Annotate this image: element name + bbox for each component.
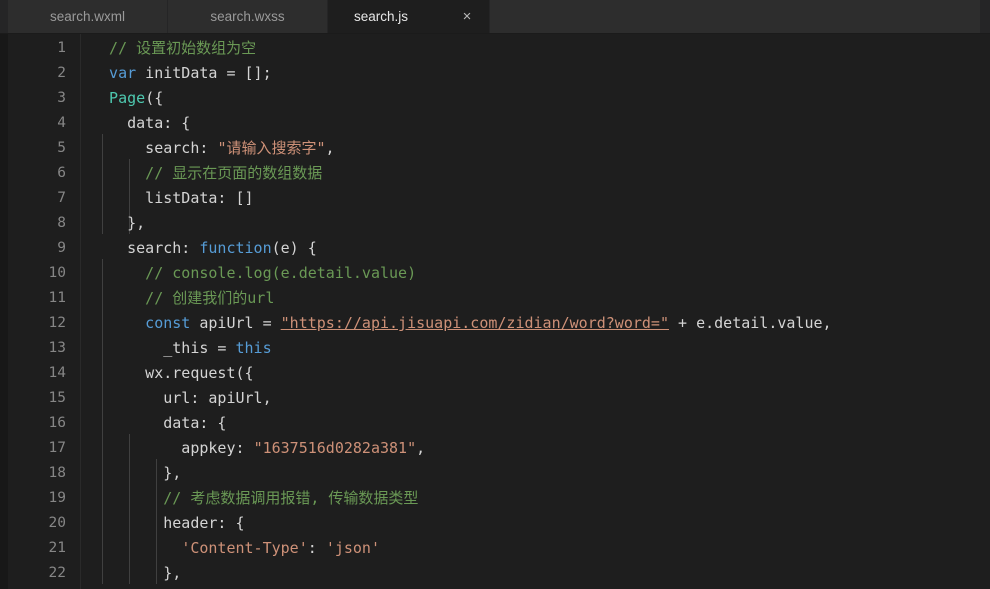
tab-label: search.wxml (49, 9, 125, 24)
line-number: 13 (48, 340, 66, 356)
code-token: // 创建我们的url (91, 289, 275, 307)
code-line[interactable]: data: { (81, 411, 990, 436)
code-token: // console.log(e.detail.value) (91, 264, 417, 282)
code-token: ({ (145, 89, 164, 107)
code-line[interactable]: search: function(e) { (81, 236, 990, 261)
tab-search-wxml[interactable]: search.wxml (8, 0, 168, 33)
code-line[interactable]: // 考虑数据调用报错, 传输数据类型 (81, 486, 990, 511)
code-token: var (91, 64, 137, 82)
code-token: function (199, 239, 272, 257)
code-line[interactable]: search: "请输入搜索字", (81, 136, 990, 161)
line-number: 12 (48, 315, 66, 331)
line-number: 21 (48, 540, 66, 556)
line-number: 14 (48, 365, 66, 381)
editor-left-strip (0, 34, 8, 589)
line-number: 11 (48, 290, 66, 306)
code-token: header: { (91, 514, 245, 532)
code-token: : (307, 539, 326, 557)
line-number: 3 (57, 90, 66, 106)
code-line[interactable]: url: apiUrl, (81, 386, 990, 411)
code-line[interactable]: }, (81, 561, 990, 586)
tab-label: search.js (354, 9, 409, 24)
code-line[interactable]: const apiUrl = "https://api.jisuapi.com/… (81, 311, 990, 336)
code-line[interactable]: // 显示在页面的数组数据 (81, 161, 990, 186)
tab-label: search.wxss (210, 9, 285, 24)
code-line[interactable]: // 创建我们的url (81, 286, 990, 311)
code-token: url: apiUrl, (91, 389, 272, 407)
code-line[interactable]: var initData = []; (81, 61, 990, 86)
editor-window: search.wxml search.wxss search.js × 1234… (0, 0, 990, 589)
tab-search-js[interactable]: search.js × (328, 0, 490, 33)
line-number: 10 (48, 265, 66, 281)
line-number: 20 (48, 515, 66, 531)
code-line[interactable]: // 设置初始数组为空 (81, 36, 990, 61)
code-token: + e.detail.value, (668, 314, 832, 332)
code-token: , (416, 439, 426, 457)
code-token: , (325, 139, 335, 157)
code-lines[interactable]: // 设置初始数组为空 var initData = []; Page({ da… (81, 34, 990, 586)
code-token: data: { (91, 414, 227, 432)
line-number: 9 (57, 240, 66, 256)
code-line[interactable]: header: { (81, 511, 990, 536)
code-token: "请输入搜索字" (217, 139, 326, 157)
code-token: }, (91, 564, 182, 582)
code-token: const (91, 314, 191, 332)
code-token: Page (91, 89, 146, 107)
tab-bar-right-edge (980, 0, 990, 33)
code-token: 'Content-Type' (181, 539, 308, 557)
code-token: }, (91, 214, 146, 232)
code-token: this (235, 339, 272, 357)
code-line[interactable]: wx.request({ (81, 361, 990, 386)
code-editor[interactable]: 1 2 3 4 5 6 7 8 9 10 11 12 13 14 15 16 17 18 19 20 21 22 // 设… (0, 34, 990, 589)
code-token: // 设置初始数组为空 (91, 39, 257, 57)
code-line[interactable]: Page({ (81, 86, 990, 111)
code-line[interactable]: 'Content-Type': 'json' (81, 536, 990, 561)
code-line[interactable]: // console.log(e.detail.value) (81, 261, 990, 286)
line-number: 4 (57, 115, 66, 131)
tab-bar: search.wxml search.wxss search.js × (0, 0, 990, 34)
line-number: 17 (48, 440, 66, 456)
line-number: 7 (57, 190, 66, 206)
line-number: 15 (48, 390, 66, 406)
code-line[interactable]: listData: [] (81, 186, 990, 211)
code-token: 'json' (325, 539, 380, 557)
code-token: _this = (91, 339, 236, 357)
line-number: 22 (48, 565, 66, 581)
line-number: 19 (48, 490, 66, 506)
code-token: listData: [] (91, 189, 254, 207)
code-token: search: (91, 139, 218, 157)
code-token: apiUrl = (190, 314, 281, 332)
line-number: 2 (57, 65, 66, 81)
close-icon[interactable]: × (459, 8, 475, 25)
code-token: wx.request({ (91, 364, 254, 382)
code-line[interactable]: }, (81, 211, 990, 236)
code-token: initData = []; (136, 64, 272, 82)
code-token: }, (91, 464, 182, 482)
code-line[interactable]: _this = this (81, 336, 990, 361)
line-number-list: 1 2 3 4 5 6 7 8 9 10 11 12 13 14 15 16 17 18 19 20 21 22 (8, 34, 80, 586)
code-token: // 考虑数据调用报错, 传输数据类型 (91, 489, 419, 507)
code-line[interactable]: data: { (81, 111, 990, 136)
code-token: "https://api.jisuapi.com/zidian/word?wor… (280, 314, 669, 332)
code-token: (e) { (271, 239, 317, 257)
line-number: 1 (57, 40, 66, 56)
tab-bar-filler (490, 0, 980, 33)
line-number: 8 (57, 215, 66, 231)
line-number-gutter: 1 2 3 4 5 6 7 8 9 10 11 12 13 14 15 16 17 18 19 20 21 22 (8, 34, 81, 589)
code-content-area[interactable]: // 设置初始数组为空 var initData = []; Page({ da… (81, 34, 990, 589)
code-token: "1637516d0282a381" (253, 439, 417, 457)
code-line[interactable]: }, (81, 461, 990, 486)
tab-search-wxss[interactable]: search.wxss (168, 0, 328, 33)
code-token: appkey: (91, 439, 254, 457)
code-line[interactable]: appkey: "1637516d0282a381", (81, 436, 990, 461)
tab-bar-left-edge (0, 0, 8, 33)
line-number: 18 (48, 465, 66, 481)
code-token: search: (91, 239, 200, 257)
line-number: 5 (57, 140, 66, 156)
code-token: data: { (91, 114, 191, 132)
line-number: 16 (48, 415, 66, 431)
line-number: 6 (57, 165, 66, 181)
code-token: // 显示在页面的数组数据 (91, 164, 323, 182)
